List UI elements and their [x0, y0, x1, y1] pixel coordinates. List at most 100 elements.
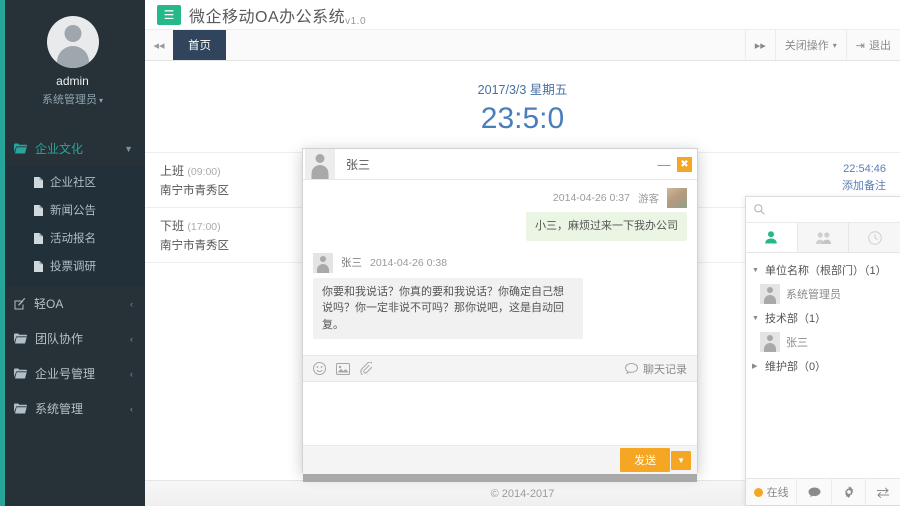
chat-history-button[interactable]: 聊天记录 [625, 361, 687, 377]
sidebar-item-qingoa[interactable]: 轻OA ‹ [0, 286, 145, 321]
edit-square-icon [14, 297, 26, 310]
app-header: ☰ 微企移动OA办公系统v1.0 [145, 0, 900, 30]
switch-user-icon [876, 486, 890, 498]
contacts-group-label: 单位名称（根部门）（1） [765, 265, 887, 277]
contacts-tabs [746, 223, 900, 253]
tab-contacts-group[interactable] [797, 223, 850, 252]
message-bubble: 你要和我说话？你真的要和我说话？你确定自己想说吗？你一定非说不可吗？那你说吧，这… [313, 277, 583, 339]
sidebar-subitem-label: 投票调研 [50, 261, 96, 273]
chat-resize-handle[interactable] [303, 474, 697, 482]
user-avatar-icon [313, 252, 333, 273]
contacts-tree: ▼ 单位名称（根部门）（1） 系统管理员 ▼ 技术部（1） 张三 ▶ 维护部（0… [746, 253, 900, 478]
chat-input[interactable] [303, 382, 697, 445]
message-time: 2014-04-26 0:37 [552, 192, 630, 204]
message-meta: 张三 2014-04-26 0:38 [313, 252, 687, 273]
folder-open-icon [14, 143, 27, 154]
caret-down-icon[interactable]: ▼ [671, 450, 691, 470]
sidebar-item-label: 轻OA [34, 297, 64, 311]
chat-window: 张三 — ✖ 2014-04-26 0:37 游客 小三，麻烦过来一下我办公司 … [302, 148, 698, 482]
sidebar: admin 系统管理员 ▾ 企业文化 ▼ 企业社区 新闻公告 活动报名 投票调研… [0, 0, 145, 506]
message-meta: 2014-04-26 0:37 游客 [313, 188, 687, 208]
status-switch-button[interactable] [866, 479, 900, 505]
logout-label: 退出 [869, 40, 891, 52]
sidebar-subitem-toupiaodiaoyan[interactable]: 投票调研 [0, 252, 145, 280]
sidebar-subitem-huodongbaoming[interactable]: 活动报名 [0, 224, 145, 252]
emoji-smiley-icon[interactable] [313, 362, 326, 375]
contacts-group-root[interactable]: ▼ 单位名称（根部门）（1） [746, 258, 900, 282]
close-ops-button[interactable]: 关闭操作 ▾ [774, 30, 846, 60]
chat-window-header[interactable]: 张三 — ✖ [303, 149, 697, 180]
profile-role[interactable]: 系统管理员 ▾ [0, 91, 145, 107]
tab-contacts-person[interactable] [746, 223, 798, 252]
sidebar-item-tuanduixiezuo[interactable]: 团队协作 ‹ [0, 321, 145, 356]
search-input[interactable] [770, 202, 900, 217]
hamburger-menu-icon[interactable]: ☰ [157, 4, 181, 25]
sidebar-subitem-xinwengonggao[interactable]: 新闻公告 [0, 196, 145, 224]
chevron-down-icon: ▼ [124, 143, 133, 154]
sidebar-submenu-qiyewenhua: 企业社区 新闻公告 活动报名 投票调研 [0, 166, 145, 286]
punch-label: 下班 [160, 219, 185, 233]
chat-message-incoming: 张三 2014-04-26 0:38 你要和我说话？你真的要和我说话？你确定自己… [313, 252, 687, 339]
minimize-icon[interactable]: — [655, 157, 673, 172]
message-row: 小三，麻烦过来一下我办公司 [313, 212, 687, 241]
close-icon[interactable]: ✖ [677, 156, 692, 172]
punch-stamp: 22:54:46 [843, 163, 886, 175]
contacts-person-admin[interactable]: 系统管理员 [746, 282, 900, 306]
folder-icon [14, 368, 27, 379]
chat-bubble-icon [625, 363, 638, 374]
sidebar-nav: 企业文化 ▼ 企业社区 新闻公告 活动报名 投票调研 轻OA ‹ 团队协作 ‹ … [0, 131, 145, 426]
punch-time: (17:00) [187, 221, 221, 233]
status-online-button[interactable]: 在线 [746, 479, 798, 505]
sidebar-item-label: 系统管理 [35, 402, 84, 416]
file-icon [34, 176, 43, 188]
add-note-button[interactable]: 添加备注 [842, 178, 886, 195]
contacts-group-label: 维护部（0） [765, 361, 827, 373]
image-icon[interactable] [336, 362, 350, 375]
sign-out-icon: ⇥ [855, 39, 865, 52]
file-icon [34, 260, 43, 272]
sidebar-item-label: 企业号管理 [35, 367, 96, 381]
chevron-left-icon: ‹ [130, 403, 133, 414]
app-version: v1.0 [345, 15, 367, 27]
sidebar-profile[interactable]: admin 系统管理员 ▾ [0, 0, 145, 117]
user-avatar-icon [760, 332, 780, 352]
status-settings-button[interactable] [832, 479, 867, 505]
clock-icon [867, 230, 882, 245]
sidebar-accent-bar [0, 0, 5, 506]
chevron-left-icon: ‹ [130, 298, 133, 309]
logout-button[interactable]: ⇥ 退出 [845, 30, 900, 60]
contacts-person-zhangsan[interactable]: 张三 [746, 330, 900, 354]
tab-contacts-recent[interactable] [849, 223, 900, 252]
sidebar-item-qiyehaoguanli[interactable]: 企业号管理 ‹ [0, 356, 145, 391]
double-chevron-right-icon[interactable]: ▸▸ [744, 30, 775, 60]
send-button[interactable]: 发送 [620, 448, 671, 472]
message-sender: 张三 [341, 257, 362, 269]
message-bubble: 小三，麻烦过来一下我办公司 [526, 212, 687, 241]
tab-home[interactable]: 首页 [173, 30, 226, 60]
app-root: admin 系统管理员 ▾ 企业文化 ▼ 企业社区 新闻公告 活动报名 投票调研… [0, 0, 900, 506]
chat-message-outgoing: 2014-04-26 0:37 游客 小三，麻烦过来一下我办公司 [313, 188, 687, 241]
status-message-button[interactable] [797, 479, 832, 505]
contacts-group-maintenance[interactable]: ▶ 维护部（0） [746, 354, 900, 378]
contacts-group-label: 技术部（1） [765, 313, 827, 325]
file-icon [34, 204, 43, 216]
chevron-left-icon: ‹ [130, 368, 133, 379]
caret-down-icon: ▾ [98, 96, 103, 105]
double-chevron-left-icon[interactable]: ◂◂ [145, 30, 173, 60]
sidebar-item-xitongguanli[interactable]: 系统管理 ‹ [0, 391, 145, 426]
punch-meta: 22:54:46 添加备注 [842, 161, 886, 194]
punch-label: 上班 [160, 164, 185, 178]
contacts-group-tech[interactable]: ▼ 技术部（1） [746, 306, 900, 330]
sidebar-subitem-qiyeshequ[interactable]: 企业社区 [0, 168, 145, 196]
clock-widget: 2017/3/3 星期五 23:5:0 [145, 61, 900, 136]
sidebar-item-label: 团队协作 [35, 332, 84, 346]
contacts-search[interactable] [746, 197, 900, 223]
app-title-text: 微企移动OA办公系统 [189, 8, 346, 26]
sidebar-subitem-label: 企业社区 [50, 177, 96, 189]
contacts-person-label: 张三 [786, 337, 808, 349]
sidebar-item-qiyewenhua[interactable]: 企业文化 ▼ [0, 131, 145, 166]
clock-time: 23:5:0 [480, 102, 565, 135]
profile-name: admin [56, 74, 89, 88]
search-icon [754, 204, 765, 215]
paperclip-icon[interactable] [360, 362, 372, 375]
